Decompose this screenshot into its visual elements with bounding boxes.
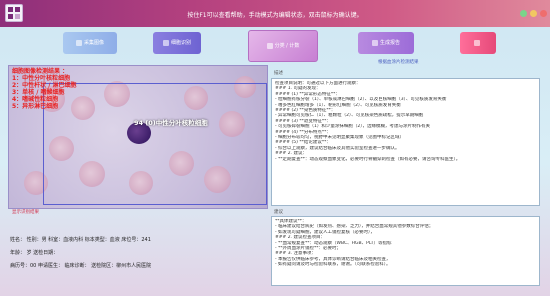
title-bar: 按住F1可以查看帮助，手动模式为编辑状态，双击鼠标为确认键。 [0, 0, 550, 27]
microscope-image[interactable]: 细胞图像检测结果 ： 1：中性分叶核粒细胞 2：中性杆状 / 淋巴细胞 3：单核… [8, 65, 268, 209]
suggestion-heading: 建议 [274, 210, 283, 215]
report-icon [371, 39, 378, 46]
report-description[interactable]: 检查项目说明：可通过以下方面进行观察： ### 1. 可疑的发现： #### (… [271, 78, 540, 206]
toolbar-button-5[interactable] [460, 32, 496, 54]
patient-info-panel: 姓名： 性别：男 科室：血液内科 标本类型：血液 床位号：241 年龄： 岁 送… [8, 218, 266, 286]
report-heading: 描述 [274, 71, 283, 76]
image-caption: 显示识别结果 [12, 210, 39, 215]
minimize-button[interactable] [520, 10, 527, 17]
toolbar-caption: 根据血涂片检测结果 [378, 60, 419, 65]
cell-classification-label: 94 (0)中性分叶核粒细胞 [134, 119, 208, 127]
window-title: 按住F1可以查看帮助，手动模式为编辑状态，双击鼠标为确认键。 [187, 12, 363, 19]
close-button[interactable] [540, 10, 547, 17]
maximize-button[interactable] [530, 10, 537, 17]
patient-line-3: 病历号：00 申请医生： 临床诊断： 送检院区：柳州市人民医院 [10, 263, 152, 269]
toolbar-button-4[interactable]: 生成报告 [358, 32, 414, 54]
toolbar: 采集图像 细胞识别 分类 / 计数 生成报告 根据血涂片检测结果 [8, 30, 540, 65]
report-suggestion[interactable]: **具体建议**： - 临床建议结合病史（如发热、感染、乏力），并结合血常规其他… [271, 216, 540, 286]
scan-icon [162, 39, 169, 46]
grid-icon [266, 42, 273, 49]
detection-box [43, 83, 267, 205]
toolbar-button-2[interactable]: 细胞识别 [153, 32, 201, 54]
toolbar-button-1[interactable]: 采集图像 [63, 32, 117, 54]
toolbar-button-3[interactable]: 分类 / 计数 [248, 30, 318, 62]
detection-result-overlay: 细胞图像检测结果 ： 1：中性分叶核粒细胞 2：中性杆状 / 淋巴细胞 3：单核… [12, 68, 77, 110]
patient-line-2: 年龄： 岁 送检日期： [10, 250, 59, 256]
camera-icon [75, 39, 82, 46]
app-logo [5, 4, 23, 22]
patient-line-1: 姓名： 性别：男 科室：血液内科 标本类型：血液 床位号：241 [10, 237, 151, 243]
print-icon [474, 39, 480, 46]
